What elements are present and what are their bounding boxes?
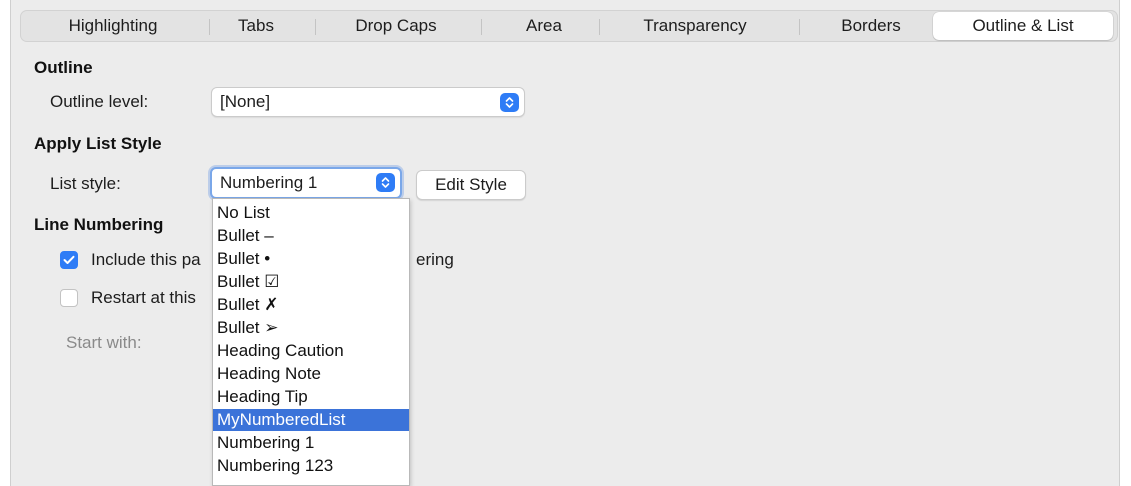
edit-style-button[interactable]: Edit Style <box>416 170 526 200</box>
tab-drop-caps[interactable]: Drop Caps <box>331 11 461 41</box>
dropdown-option[interactable]: Heading Note <box>213 363 409 385</box>
tab-area[interactable]: Area <box>499 11 589 41</box>
include-line-numbering-label-tail: ering <box>416 250 454 269</box>
apply-list-style-heading: Apply List Style <box>34 134 162 153</box>
restart-numbering-checkbox[interactable] <box>60 289 78 307</box>
dropdown-option[interactable]: Bullet ➢ <box>213 317 409 339</box>
outline-level-select[interactable]: [None] <box>211 87 525 117</box>
dropdown-option[interactable]: Bullet • <box>213 248 409 270</box>
outline-level-value: [None] <box>220 92 271 111</box>
dropdown-option-highlighted[interactable]: MyNumberedList <box>213 409 409 431</box>
select-stepper-icon <box>376 173 395 192</box>
tab-separator <box>315 19 316 35</box>
dropdown-option[interactable]: Bullet – <box>213 225 409 247</box>
tab-highlighting[interactable]: Highlighting <box>39 11 187 41</box>
tab-bar: Highlighting Tabs Drop Caps Area Transpa… <box>20 10 1118 42</box>
dropdown-option[interactable]: Bullet ☑ <box>213 271 409 293</box>
checkmark-icon <box>63 255 75 264</box>
restart-numbering-label: Restart at this <box>91 288 196 307</box>
tab-outline-list[interactable]: Outline & List <box>933 12 1113 40</box>
tab-separator <box>481 19 482 35</box>
dialog-panel <box>10 0 1120 486</box>
start-with-label: Start with: <box>66 333 142 352</box>
tab-borders[interactable]: Borders <box>811 11 931 41</box>
dropdown-option[interactable]: Numbering 1 <box>213 432 409 454</box>
outline-heading: Outline <box>34 58 93 77</box>
dropdown-option[interactable]: Numbering 123 <box>213 455 409 477</box>
tab-transparency[interactable]: Transparency <box>607 11 783 41</box>
dropdown-option[interactable]: Heading Caution <box>213 340 409 362</box>
select-stepper-icon <box>500 93 519 112</box>
tab-separator <box>599 19 600 35</box>
dropdown-option[interactable]: Bullet ✗ <box>213 294 409 316</box>
include-line-numbering-checkbox[interactable] <box>60 251 78 269</box>
line-numbering-heading: Line Numbering <box>34 215 164 234</box>
dropdown-option[interactable]: Heading Tip <box>213 386 409 408</box>
tab-tabs[interactable]: Tabs <box>221 11 291 41</box>
dropdown-option[interactable]: No List <box>213 202 409 224</box>
list-style-dropdown: No List Bullet – Bullet • Bullet ☑ Bulle… <box>212 198 410 486</box>
list-style-label: List style: <box>50 174 121 193</box>
list-style-value: Numbering 1 <box>220 173 318 192</box>
include-line-numbering-label: Include this pa <box>91 250 201 269</box>
list-style-select[interactable]: Numbering 1 <box>210 167 402 199</box>
tab-separator <box>799 19 800 35</box>
outline-level-label: Outline level: <box>50 92 149 111</box>
tab-separator <box>209 19 210 35</box>
